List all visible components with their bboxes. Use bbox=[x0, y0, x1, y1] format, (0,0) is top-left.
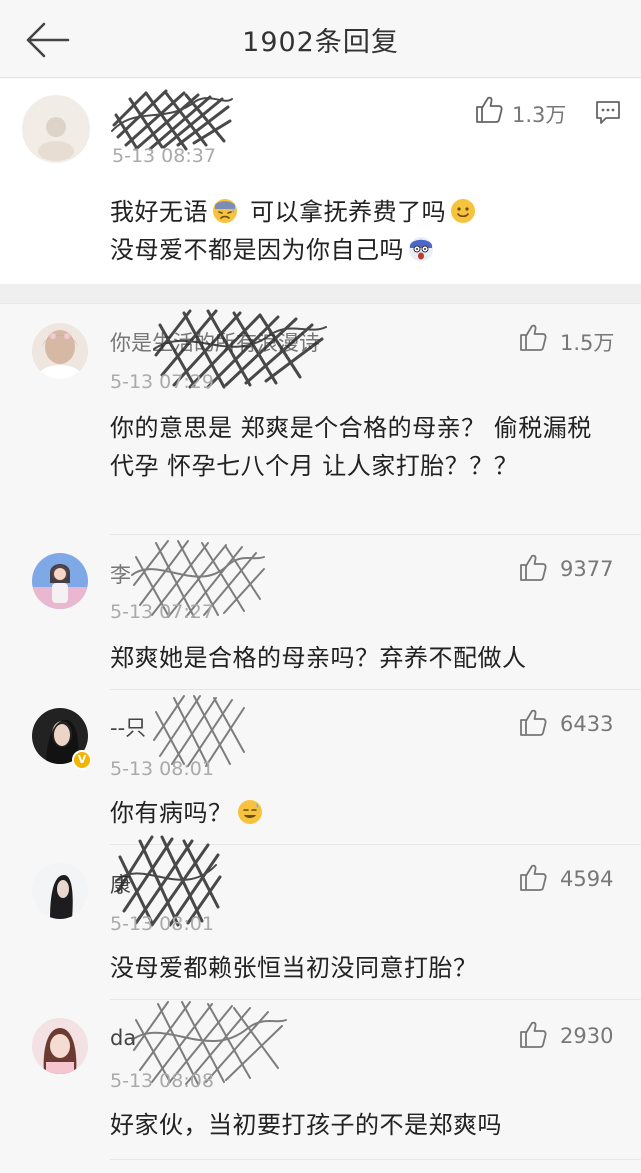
like-icon[interactable] bbox=[518, 708, 548, 738]
username[interactable]: 康 bbox=[110, 869, 131, 899]
reply-item: da 5-13 08:08 2930 好家伙，当初要打孩子的不是郑爽吗 bbox=[0, 1000, 641, 1160]
like-count: 1.3万 bbox=[512, 103, 567, 127]
avatar[interactable] bbox=[32, 863, 88, 919]
comment-time: 5-13 08:37 bbox=[112, 145, 216, 167]
comment-text: 郑爽她是合格的母亲吗？弃养不配做人 bbox=[110, 644, 527, 672]
comment-text: 没母爱都赖张恒当初没同意打胎？ bbox=[110, 954, 478, 982]
comment-text: 我好无语 可以拿抚养费了吗 没母爱不都是因为你自己吗 bbox=[110, 193, 610, 269]
comment-time: 5-13 07:29 bbox=[110, 371, 214, 393]
reply-item: 康 5-13 08:01 4594 没母爱都赖张恒当初没同意打胎？ bbox=[0, 835, 641, 1000]
comment-text: 好家伙，当初要打孩子的不是郑爽吗 bbox=[110, 1111, 502, 1139]
comment-time: 5-13 08:08 bbox=[110, 1070, 214, 1092]
like-icon[interactable] bbox=[518, 553, 548, 583]
main-comment: 5-13 08:37 1.3万 我好无语 可以拿抚养费了吗 没母爱不都是因为你自… bbox=[0, 79, 641, 284]
username[interactable]: 你是生活的所有浪漫诗 bbox=[110, 327, 320, 357]
comment-icon[interactable] bbox=[594, 99, 622, 125]
avatar[interactable] bbox=[32, 323, 88, 379]
comment-time: 5-13 08:01 bbox=[110, 913, 214, 935]
avatar[interactable] bbox=[32, 553, 88, 609]
like-icon[interactable] bbox=[474, 95, 504, 125]
comment-time: 5-13 07:27 bbox=[110, 601, 214, 623]
emoji-sweat-smile-icon bbox=[236, 798, 264, 826]
emoji-scared-icon bbox=[407, 235, 435, 263]
comment-text: 你有病吗？ bbox=[110, 794, 610, 832]
like-icon[interactable] bbox=[518, 863, 548, 893]
avatar[interactable] bbox=[32, 1018, 88, 1074]
like-icon[interactable] bbox=[518, 323, 548, 353]
like-count: 4594 bbox=[560, 867, 614, 891]
username[interactable]: da bbox=[110, 1026, 136, 1050]
reply-item: 你是生活的所有浪漫诗 5-13 07:29 1.5万 你的意思是 郑爽是个合格的… bbox=[0, 305, 641, 535]
comment-time: 5-13 08:01 bbox=[110, 758, 214, 780]
emoji-sweat-icon bbox=[211, 197, 239, 225]
page-title: 1902条回复 bbox=[242, 27, 399, 58]
username[interactable]: 李 bbox=[110, 559, 131, 589]
top-bar: 1902条回复 bbox=[0, 0, 641, 78]
section-separator bbox=[0, 284, 641, 304]
avatar[interactable] bbox=[22, 95, 90, 163]
reply-item: V --只 5-13 08:01 6433 你有病吗？ bbox=[0, 690, 641, 845]
username[interactable]: --只 bbox=[110, 712, 146, 742]
divider bbox=[110, 1159, 641, 1160]
reply-item: 李 5-13 07:27 9377 郑爽她是合格的母亲吗？弃养不配做人 bbox=[0, 535, 641, 690]
like-count: 1.5万 bbox=[560, 331, 615, 355]
emoji-smile-icon bbox=[449, 197, 477, 225]
like-count: 6433 bbox=[560, 712, 614, 736]
verified-badge-icon: V bbox=[72, 750, 92, 770]
like-count: 9377 bbox=[560, 557, 614, 581]
like-count: 2930 bbox=[560, 1024, 614, 1048]
comment-text: 你的意思是 郑爽是个合格的母亲？ 偷税漏税 代孕 怀孕七八个月 让人家打胎？？？ bbox=[110, 414, 592, 480]
like-icon[interactable] bbox=[518, 1020, 548, 1050]
